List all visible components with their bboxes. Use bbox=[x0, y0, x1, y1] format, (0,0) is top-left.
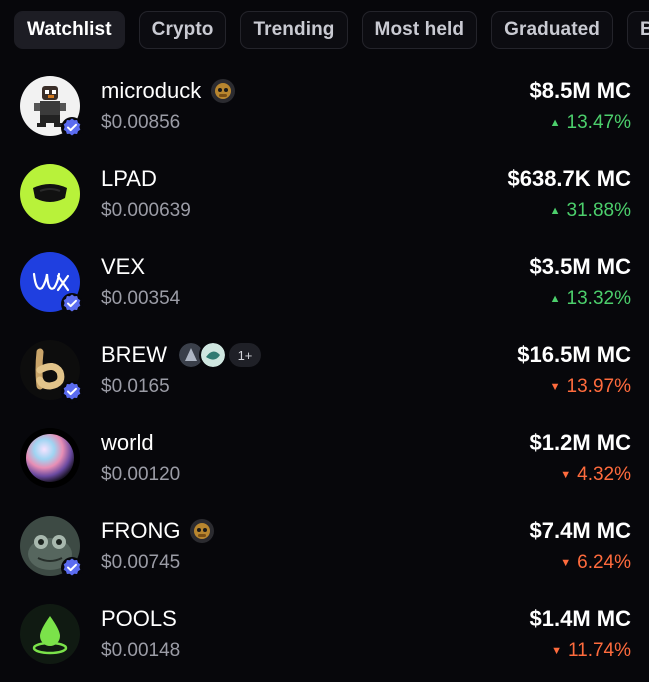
price-change: ▼ 11.74% bbox=[551, 640, 631, 662]
price-change-value: 11.74% bbox=[567, 640, 631, 661]
verified-icon bbox=[61, 117, 83, 139]
arrow-up-icon: ▲ bbox=[549, 293, 561, 305]
arrow-down-icon: ▼ bbox=[551, 645, 562, 657]
green-drop-logo bbox=[20, 604, 80, 664]
tab-bo[interactable]: Bo bbox=[627, 11, 649, 49]
tab-crypto[interactable]: Crypto bbox=[138, 11, 227, 49]
token-name: microduck bbox=[101, 78, 202, 103]
iridescent-orb bbox=[20, 428, 80, 488]
token-price: $0.00120 bbox=[101, 464, 181, 485]
price-change: ▲ 13.47% bbox=[550, 112, 631, 134]
arrow-up-icon: ▲ bbox=[549, 117, 561, 129]
token-list: microduck $0.00856 $8.5M MC ▲ 13.47% LPA… bbox=[0, 66, 649, 682]
price-change: ▼ 13.97% bbox=[550, 376, 631, 398]
frog-avatar bbox=[20, 516, 83, 579]
token-row[interactable]: VEX $0.00354 $3.5M MC ▲ 13.32% bbox=[0, 242, 649, 330]
price-change-value: 13.47% bbox=[566, 112, 631, 133]
arrow-down-icon: ▼ bbox=[560, 469, 572, 481]
token-price: $0.00745 bbox=[101, 552, 181, 573]
price-change: ▼ 4.32% bbox=[560, 464, 631, 486]
token-name: POOLS bbox=[101, 606, 177, 631]
monkey-badge-icon bbox=[190, 519, 215, 543]
token-name: LPAD bbox=[101, 166, 157, 191]
market-cap: $7.4M MC bbox=[529, 518, 631, 543]
market-cap: $1.2M MC bbox=[529, 430, 631, 455]
tab-graduated[interactable]: Graduated bbox=[491, 11, 614, 49]
market-cap: $8.5M MC bbox=[529, 78, 631, 103]
blue-script-logo bbox=[20, 252, 83, 315]
arrow-up-icon: ▲ bbox=[549, 205, 561, 217]
token-row[interactable]: BREW 1+ $0.0165 $16.5M MC ▼ 13.97% bbox=[0, 330, 649, 418]
price-change-value: 13.97% bbox=[566, 376, 631, 397]
market-cap: $16.5M MC bbox=[517, 342, 631, 367]
market-cap: $3.5M MC bbox=[529, 254, 631, 279]
token-price: $0.0165 bbox=[101, 376, 170, 397]
market-cap: $638.7K MC bbox=[507, 166, 631, 191]
price-change: ▼ 6.24% bbox=[560, 552, 631, 574]
price-change-value: 13.32% bbox=[566, 288, 631, 309]
token-row[interactable]: FRONG $0.00745 $7.4M MC ▼ 6.24% bbox=[0, 506, 649, 594]
price-change: ▲ 13.32% bbox=[550, 288, 631, 310]
token-row[interactable]: POOLS $0.00148 $1.4M MC ▼ 11.74% bbox=[0, 594, 649, 682]
token-name: world bbox=[101, 430, 154, 455]
token-name: FRONG bbox=[101, 518, 181, 543]
tab-watchlist[interactable]: Watchlist bbox=[14, 11, 125, 49]
token-price: $0.00856 bbox=[101, 112, 181, 133]
token-price: $0.00354 bbox=[101, 288, 181, 309]
token-row[interactable]: world $0.00120 $1.2M MC ▼ 4.32% bbox=[0, 418, 649, 506]
market-cap: $1.4M MC bbox=[529, 606, 631, 631]
monkey-badge-icon bbox=[211, 79, 236, 103]
lime-visor-avatar bbox=[20, 164, 80, 224]
tab-most-held[interactable]: Most held bbox=[361, 11, 478, 49]
arrow-down-icon: ▼ bbox=[560, 557, 572, 569]
holder-avatars[interactable]: 1+ bbox=[177, 341, 261, 369]
price-change: ▲ 31.88% bbox=[550, 200, 631, 222]
token-name: VEX bbox=[101, 254, 146, 279]
duck-robot-avatar bbox=[20, 76, 83, 139]
tab-bar: Watchlist Crypto Trending Most held Grad… bbox=[14, 11, 649, 51]
verified-icon bbox=[61, 381, 83, 403]
token-price: $0.000639 bbox=[101, 200, 191, 221]
verified-icon bbox=[61, 557, 83, 579]
price-change-value: 31.88% bbox=[566, 200, 631, 221]
token-name: BREW bbox=[101, 342, 167, 367]
token-row[interactable]: LPAD $0.000639 $638.7K MC ▲ 31.88% bbox=[0, 154, 649, 242]
arrow-down-icon: ▼ bbox=[549, 381, 561, 393]
price-change-value: 6.24% bbox=[577, 552, 631, 573]
holder-count-badge: 1+ bbox=[229, 343, 261, 367]
token-price: $0.00148 bbox=[101, 640, 181, 661]
holder-avatar bbox=[199, 341, 227, 369]
tab-trending[interactable]: Trending bbox=[240, 11, 348, 49]
price-change-value: 4.32% bbox=[577, 464, 631, 485]
gold-b-logo bbox=[20, 340, 83, 403]
token-row[interactable]: microduck $0.00856 $8.5M MC ▲ 13.47% bbox=[0, 66, 649, 154]
verified-icon bbox=[61, 293, 83, 315]
